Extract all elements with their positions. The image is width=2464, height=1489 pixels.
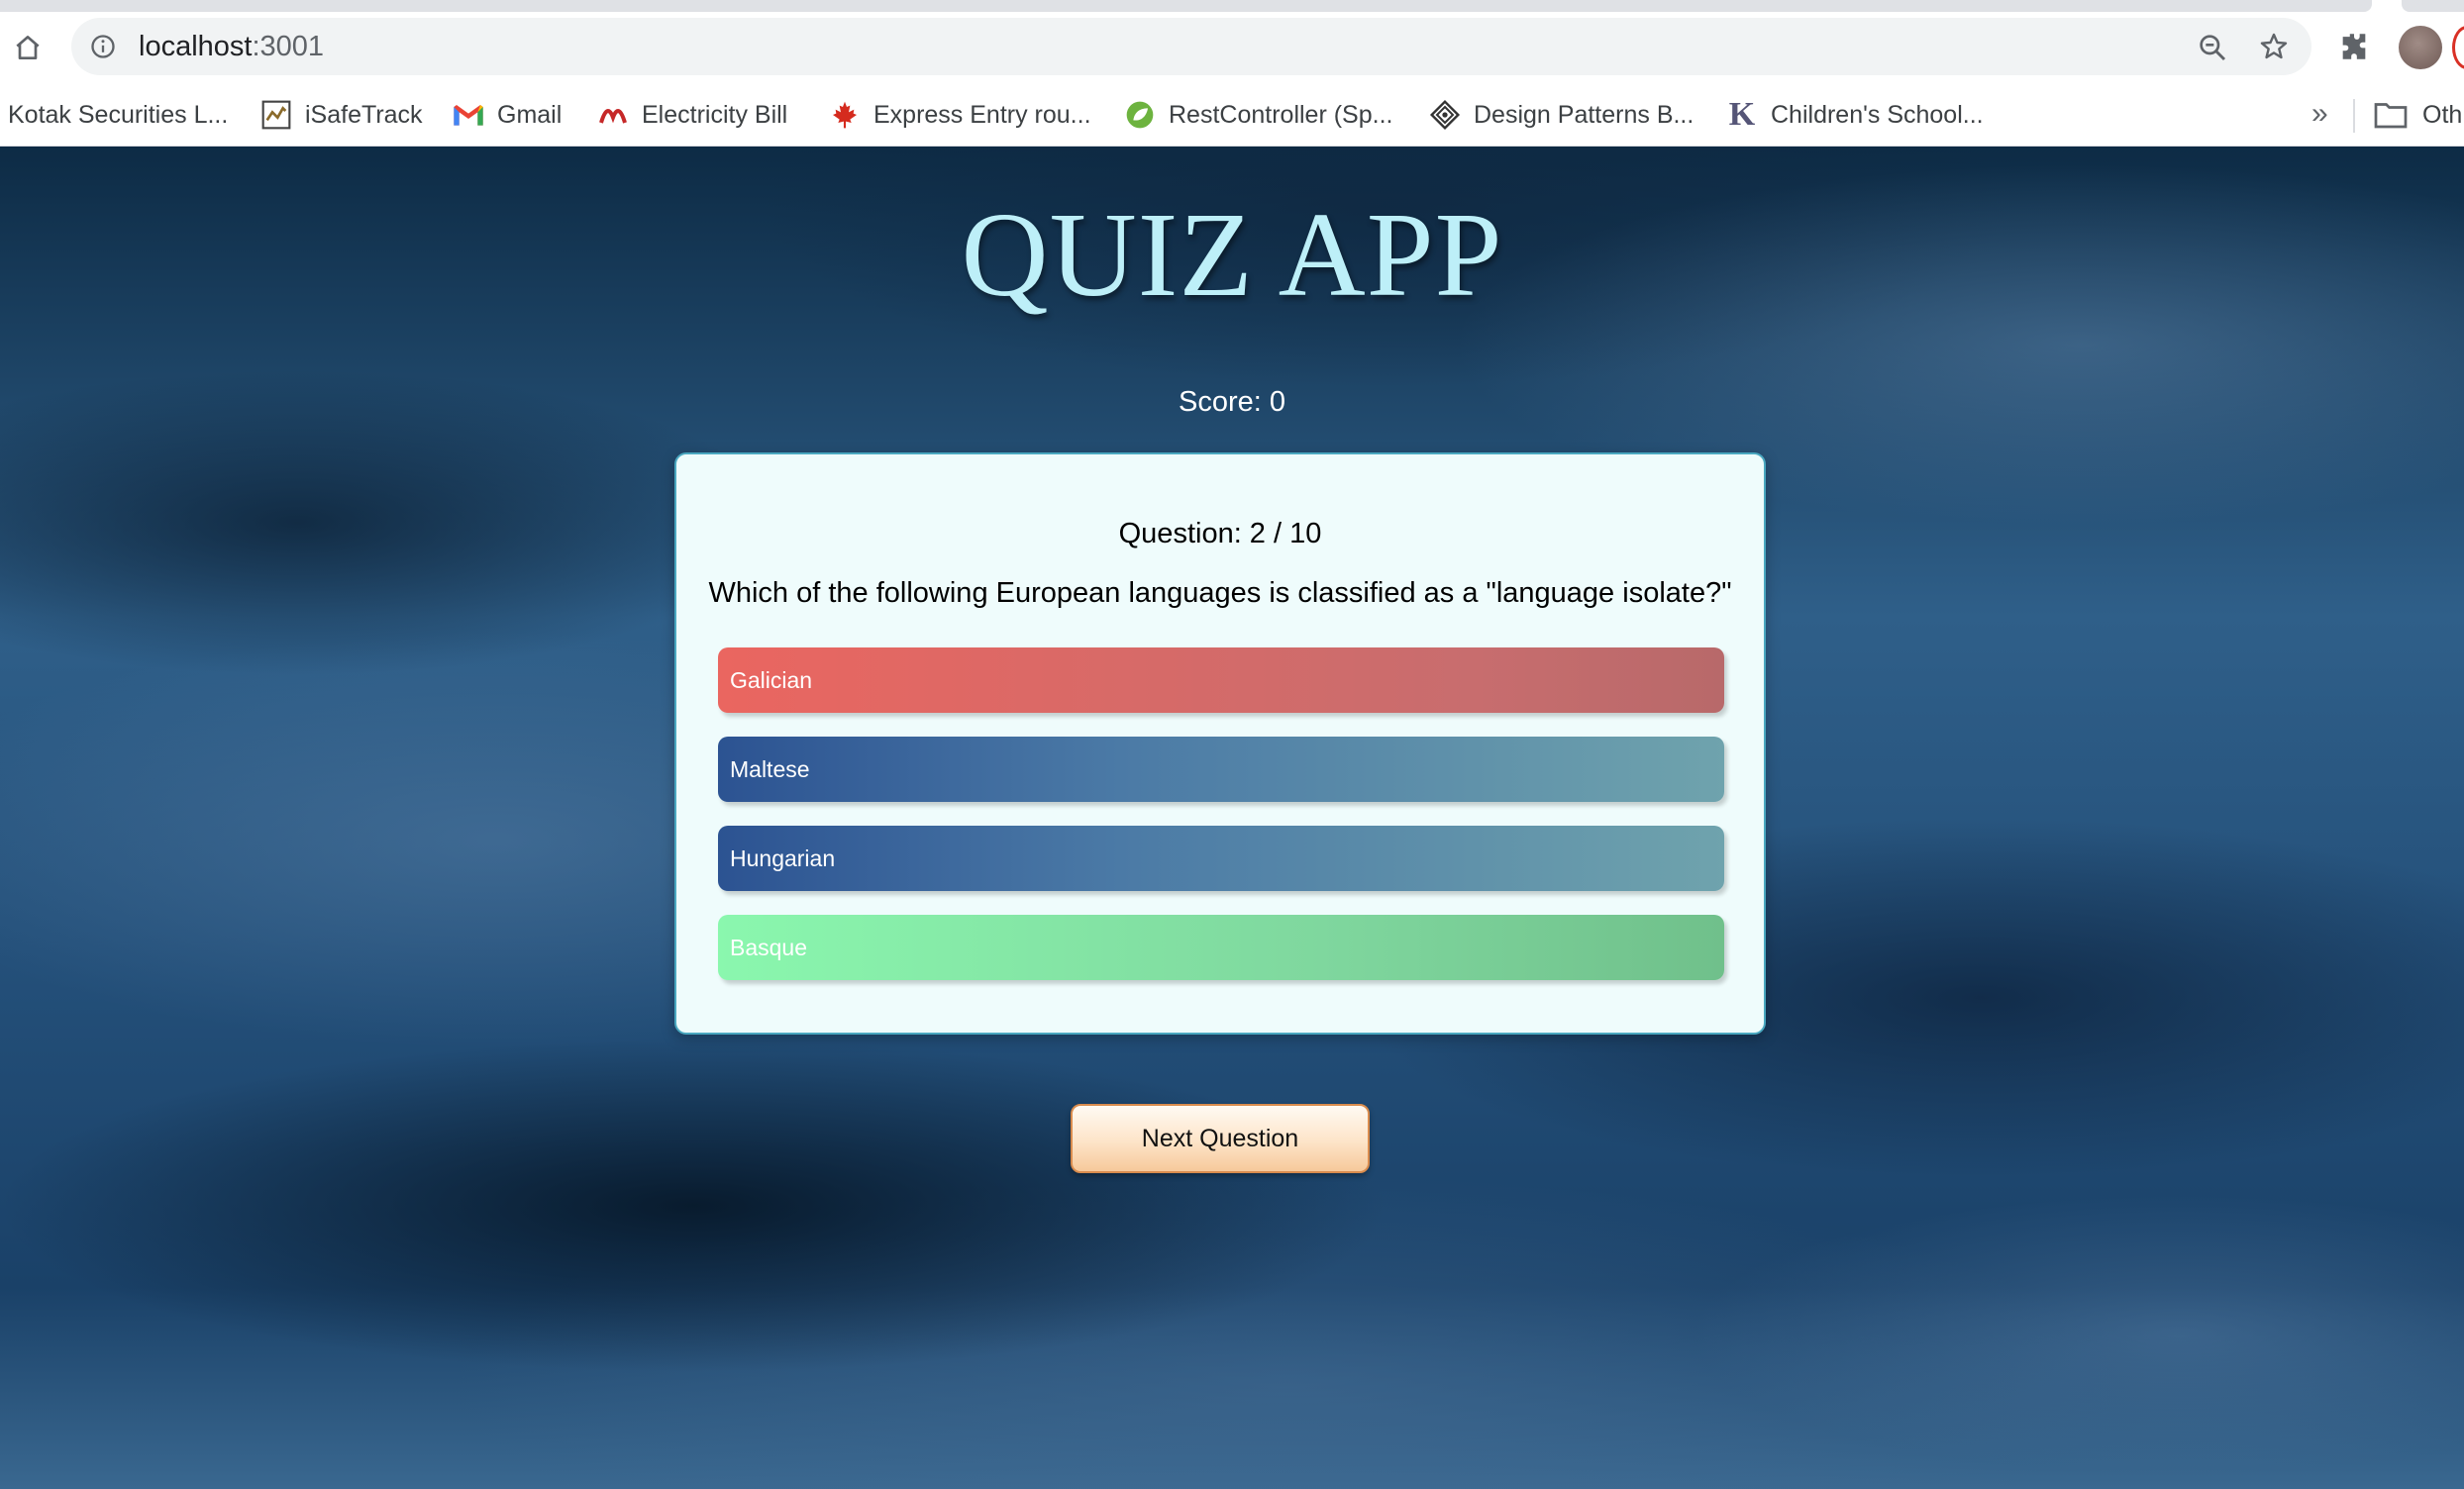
url-port: :3001 <box>252 31 325 62</box>
electricity-icon <box>596 98 630 132</box>
bookmarks-divider <box>2353 99 2355 133</box>
maple-leaf-icon <box>828 98 862 132</box>
bookmark-label: iSafeTrack <box>305 100 423 129</box>
browser-toolbar: localhost:3001 <box>0 12 2464 83</box>
answer-label: Basque <box>730 934 808 960</box>
question-counter: Question: 2 / 10 <box>1118 518 1322 549</box>
bookmark-childrens-school[interactable]: K Children's School... <box>1725 83 1984 147</box>
bookmark-isafetrack[interactable]: iSafeTrack <box>259 83 423 147</box>
bookmark-label: Electricity Bill <box>642 100 788 129</box>
answer-option-maltese[interactable]: Maltese <box>718 737 1724 802</box>
spring-icon <box>1123 98 1157 132</box>
bookmark-gmail[interactable]: Gmail <box>452 83 562 147</box>
extensions-puzzle-icon[interactable] <box>2337 30 2371 63</box>
tab-strip <box>0 0 2464 12</box>
question-text: Which of the following European language… <box>708 577 1732 609</box>
isafetrack-icon <box>259 98 293 132</box>
bookmark-kotak[interactable]: Kotak Securities L... <box>8 83 228 147</box>
bookmark-label: RestController (Sp... <box>1169 100 1393 129</box>
tab-edge[interactable] <box>2402 0 2464 12</box>
bookmark-restcontroller[interactable]: RestController (Sp... <box>1123 83 1392 147</box>
bookmark-express-entry[interactable]: Express Entry rou... <box>828 83 1091 147</box>
answer-option-basque[interactable]: Basque <box>718 915 1724 980</box>
answer-option-hungarian[interactable]: Hungarian <box>718 826 1724 891</box>
bookmark-design-patterns[interactable]: Design Patterns B... <box>1428 83 1694 147</box>
info-icon[interactable] <box>89 33 117 60</box>
score-display: Score: 0 <box>1179 386 1285 418</box>
bookmark-label: Children's School... <box>1771 100 1984 129</box>
question-card: Question: 2 / 10 Which of the following … <box>674 452 1766 1035</box>
answer-label: Hungarian <box>730 844 836 871</box>
gmail-icon <box>452 98 485 132</box>
bookmark-label: Design Patterns B... <box>1474 100 1694 129</box>
other-bookmarks-label: Oth <box>2422 100 2463 129</box>
url-text: localhost:3001 <box>139 31 324 63</box>
update-menu-icon[interactable] <box>2452 26 2464 69</box>
bookmark-label: Express Entry rou... <box>873 100 1091 129</box>
url-host: localhost <box>139 31 253 62</box>
bookmarks-bar: Kotak Securities L... iSafeTrack Gmail E… <box>0 83 2464 147</box>
answer-label: Galician <box>730 666 813 693</box>
folder-icon <box>2374 103 2408 129</box>
answer-option-galician[interactable]: Galician <box>718 647 1724 713</box>
home-icon[interactable] <box>8 28 48 67</box>
app-title: QUIZ APP <box>961 188 1503 322</box>
other-bookmarks-folder[interactable]: Oth <box>2373 83 2462 147</box>
active-tab-edge[interactable] <box>0 0 2372 12</box>
address-bar[interactable]: localhost:3001 <box>71 18 2311 75</box>
page-viewport: QUIZ APP Score: 0 Question: 2 / 10 Which… <box>0 147 2464 1489</box>
k-letter-icon: K <box>1728 96 1756 133</box>
next-question-button[interactable]: Next Question <box>1071 1104 1370 1173</box>
bookmark-star-icon[interactable] <box>2258 31 2290 62</box>
bookmark-label: Kotak Securities L... <box>8 100 229 129</box>
profile-avatar[interactable] <box>2399 26 2442 69</box>
zoom-icon[interactable] <box>2197 32 2228 63</box>
bookmark-electricity[interactable]: Electricity Bill <box>596 83 787 147</box>
more-bookmarks-button[interactable]: » <box>2311 97 2328 131</box>
answer-label: Maltese <box>730 755 810 782</box>
bookmark-label: Gmail <box>497 100 563 129</box>
design-patterns-icon <box>1428 98 1462 132</box>
